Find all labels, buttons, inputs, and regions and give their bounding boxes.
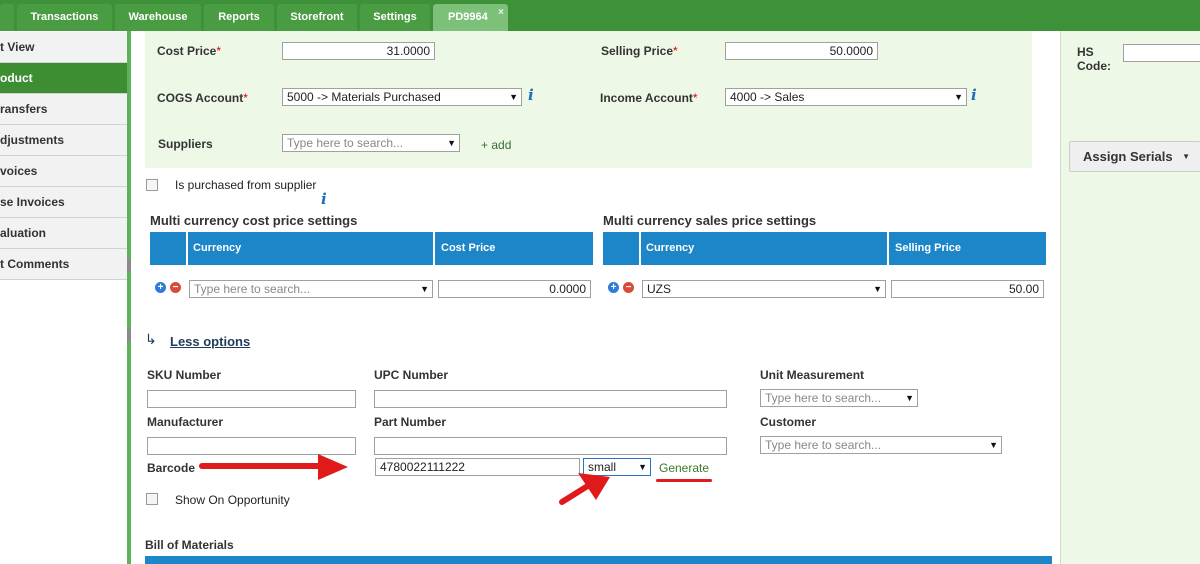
annotation-arrows (199, 454, 610, 505)
annotation-arrow-barcode (199, 454, 348, 480)
assign-serials-button[interactable]: Assign Serials ▼ (1069, 141, 1200, 172)
assign-serials-label: Assign Serials (1083, 149, 1173, 164)
right-panel: HS Code: Assign Serials ▼ (1060, 31, 1200, 564)
hs-code-label: HS Code: (1077, 45, 1111, 73)
hs-code-input[interactable] (1123, 44, 1200, 62)
annotation-arrow-size (559, 473, 610, 505)
chevron-down-icon: ▼ (1182, 152, 1190, 161)
